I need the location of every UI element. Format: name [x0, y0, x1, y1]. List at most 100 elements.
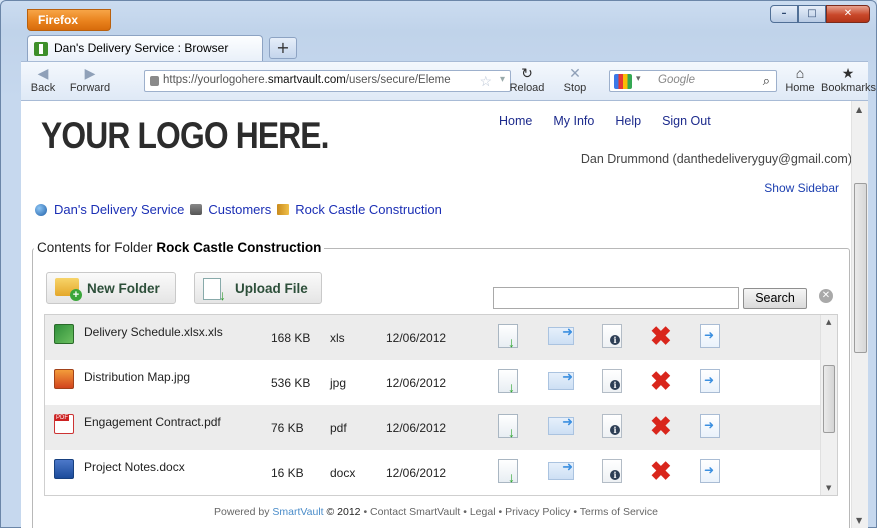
url-dropdown-icon[interactable]: ▾ [500, 74, 505, 85]
new-tab-button[interactable]: + [269, 37, 297, 59]
footer-separator: • [498, 506, 503, 518]
file-size: 16 KB [271, 466, 304, 480]
new-folder-button[interactable]: New Folder [46, 272, 176, 304]
database-icon [190, 204, 203, 215]
reload-button[interactable]: ↻ Reload [507, 64, 547, 94]
file-search-input[interactable] [493, 287, 739, 309]
file-type: pdf [330, 421, 347, 435]
delete-icon[interactable]: ✖ [650, 458, 672, 484]
file-name[interactable]: Distribution Map.jpg [84, 370, 190, 384]
url-domain: smartvault.com [267, 74, 346, 86]
maximize-button[interactable]: □ [798, 5, 826, 23]
download-icon[interactable] [498, 324, 518, 350]
breadcrumb-customers-link[interactable]: Customers [208, 202, 271, 217]
stop-button[interactable]: ✕ Stop [555, 64, 595, 94]
footer-brand-link[interactable]: SmartVault [272, 506, 323, 518]
page-scrollbar[interactable]: ▲ ▼ [851, 101, 868, 528]
bookmarks-button[interactable]: ★ Bookmarks [821, 64, 876, 94]
info-icon[interactable] [602, 459, 622, 483]
file-date: 12/06/2012 [386, 421, 447, 435]
bookmarks-icon: ★ [841, 65, 855, 81]
search-button[interactable]: Search [743, 288, 807, 309]
download-icon[interactable] [498, 369, 518, 395]
page-scroll-up-icon[interactable]: ▲ [856, 105, 862, 114]
book-icon [277, 204, 290, 215]
move-icon[interactable] [548, 414, 574, 435]
stop-label: Stop [563, 82, 587, 94]
file-list: Delivery Schedule.xlsx.xls 168 KB xls 12… [44, 314, 838, 496]
upload-icon [203, 278, 226, 303]
engine-dropdown-icon[interactable]: ▾ [636, 73, 641, 84]
move-icon[interactable] [548, 324, 574, 345]
breadcrumb-current-folder[interactable]: Rock Castle Construction [295, 202, 442, 217]
share-icon[interactable] [700, 459, 720, 483]
download-icon[interactable] [498, 459, 518, 485]
delete-icon[interactable]: ✖ [650, 368, 672, 394]
nav-my-info-link[interactable]: My Info [553, 114, 594, 128]
page-scroll-down-icon[interactable]: ▼ [856, 516, 862, 525]
legend-prefix: Contents for Folder [37, 240, 153, 255]
upload-file-button[interactable]: Upload File [194, 272, 322, 304]
file-row[interactable]: Delivery Schedule.xlsx.xls 168 KB xls 12… [45, 315, 821, 360]
file-row[interactable]: Project Notes.docx 16 KB docx 12/06/2012… [45, 450, 821, 495]
home-button[interactable]: ⌂ Home [783, 64, 817, 94]
share-icon[interactable] [700, 324, 720, 348]
search-engine-box[interactable]: ▾ Google ⌕ [609, 70, 777, 92]
file-name[interactable]: Engagement Contract.pdf [84, 415, 221, 429]
stop-icon: ✕ [569, 65, 581, 81]
file-row[interactable]: Distribution Map.jpg 536 KB jpg 12/06/20… [45, 360, 821, 405]
delete-icon[interactable]: ✖ [650, 413, 672, 439]
magnifier-icon[interactable]: ⌕ [763, 73, 770, 89]
file-list-scrollbar[interactable]: ▲ ▼ [820, 315, 837, 495]
footer-legal-link[interactable]: Legal [470, 506, 496, 518]
nav-home-link[interactable]: Home [499, 114, 532, 128]
footer-terms-link[interactable]: Terms of Service [580, 506, 658, 518]
footer-contact-link[interactable]: Contact SmartVault [370, 506, 460, 518]
back-label: Back [30, 82, 56, 94]
lock-icon [150, 76, 159, 86]
scroll-thumb[interactable] [823, 365, 835, 433]
minimize-button[interactable]: – [770, 5, 798, 23]
firefox-menu-button[interactable]: Firefox [27, 9, 111, 31]
file-type: docx [330, 466, 356, 480]
scroll-up-icon[interactable]: ▲ [826, 318, 831, 326]
back-button[interactable]: ◀ Back [27, 64, 59, 94]
close-window-button[interactable]: ✕ [826, 5, 870, 23]
window-controls: – □ ✕ [770, 5, 870, 23]
forward-button[interactable]: ▶ Forward [65, 64, 115, 94]
new-folder-icon [55, 278, 82, 301]
footer-privacy-link[interactable]: Privacy Policy [505, 506, 570, 518]
site-favicon-icon [34, 42, 48, 56]
file-row[interactable]: Engagement Contract.pdf 76 KB pdf 12/06/… [45, 405, 821, 450]
browser-tab[interactable]: Dan's Delivery Service : Browser [27, 35, 263, 61]
scroll-down-icon[interactable]: ▼ [826, 484, 831, 492]
nav-help-link[interactable]: Help [615, 114, 641, 128]
reload-label: Reload [509, 82, 545, 94]
download-icon[interactable] [498, 414, 518, 440]
clear-search-icon[interactable]: ✕ [819, 289, 833, 303]
breadcrumb-root-link[interactable]: Dan's Delivery Service [54, 202, 184, 217]
move-icon[interactable] [548, 459, 574, 480]
share-icon[interactable] [700, 414, 720, 438]
file-name[interactable]: Delivery Schedule.xlsx.xls [84, 325, 223, 339]
info-icon[interactable] [602, 369, 622, 393]
nav-sign-out-link[interactable]: Sign Out [662, 114, 711, 128]
move-icon[interactable] [548, 369, 574, 390]
file-name[interactable]: Project Notes.docx [84, 460, 185, 474]
file-date: 12/06/2012 [386, 376, 447, 390]
page-footer: Powered by SmartVault © 2012 • Contact S… [21, 506, 851, 518]
back-arrow-icon: ◀ [37, 65, 49, 81]
url-bar[interactable]: https://yourlogohere.smartvault.com/user… [144, 70, 511, 92]
upload-file-label: Upload File [235, 281, 308, 296]
share-icon[interactable] [700, 369, 720, 393]
info-icon[interactable] [602, 414, 622, 438]
page-scroll-thumb[interactable] [854, 183, 867, 353]
file-size: 168 KB [271, 331, 311, 345]
image-file-icon [54, 369, 74, 389]
bookmark-star-icon[interactable]: ☆ [479, 73, 492, 90]
delete-icon[interactable]: ✖ [650, 323, 672, 349]
info-icon[interactable] [602, 324, 622, 348]
breadcrumb: Dan's Delivery Service Customers Rock Ca… [35, 202, 442, 217]
show-sidebar-link[interactable]: Show Sidebar [764, 181, 839, 195]
footer-separator: • [363, 506, 368, 518]
